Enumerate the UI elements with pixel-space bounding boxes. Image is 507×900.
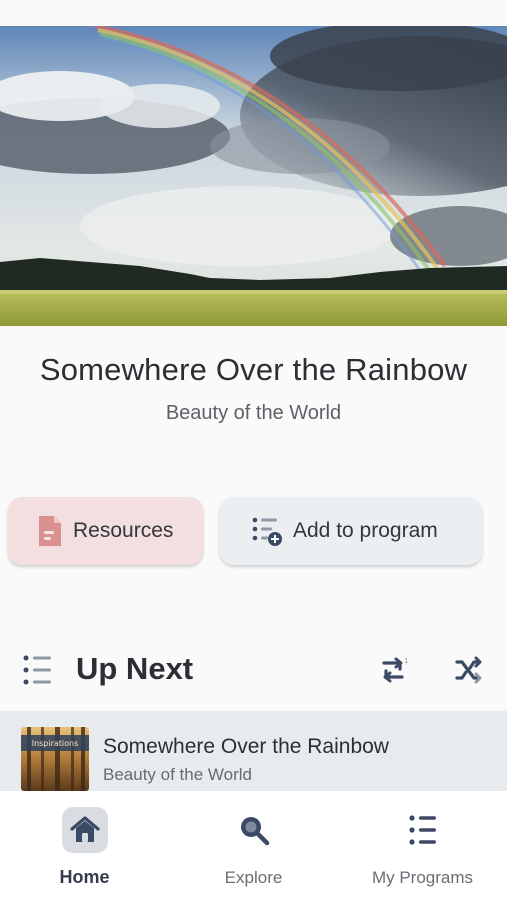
queue-item-subtitle: Beauty of the World: [103, 765, 252, 784]
list-icon: [400, 807, 446, 853]
tab-explore[interactable]: Explore: [169, 791, 338, 900]
status-bar: [0, 0, 507, 26]
queue-item-title: Somewhere Over the Rainbow: [103, 735, 389, 758]
playlist-add-icon: [251, 515, 283, 547]
hero-image: [0, 26, 507, 326]
tab-home-label: Home: [59, 867, 110, 887]
up-next-heading: Up Next: [76, 651, 194, 686]
add-to-program-button[interactable]: Add to program: [220, 497, 482, 565]
tab-home[interactable]: Home: [0, 791, 169, 900]
repeat-icon[interactable]: 1: [378, 654, 408, 691]
tab-explore-label: Explore: [224, 868, 283, 887]
shuffle-icon[interactable]: [454, 654, 484, 691]
up-next-header: Up Next 1: [0, 640, 507, 700]
track-title: Somewhere Over the Rainbow: [39, 352, 468, 387]
track-thumbnail: Inspirations: [21, 727, 89, 791]
tab-my-programs[interactable]: My Programs: [338, 791, 507, 900]
resources-button[interactable]: Resources: [8, 497, 203, 565]
thumbnail-brand: Inspirations: [32, 739, 79, 748]
home-icon: [61, 807, 108, 853]
document-icon: [37, 514, 63, 548]
list-icon[interactable]: [22, 654, 52, 691]
svg-text:1: 1: [404, 657, 408, 665]
search-icon: [231, 807, 277, 853]
resources-label: Resources: [73, 519, 174, 542]
add-to-program-label: Add to program: [293, 519, 438, 542]
bottom-tab-bar: Home Explore My Programs: [0, 791, 507, 900]
list-item[interactable]: Inspirations Somewhere Over the Rainbow …: [0, 711, 507, 791]
track-subtitle: Beauty of the World: [165, 402, 342, 424]
tab-my-programs-label: My Programs: [371, 868, 474, 887]
